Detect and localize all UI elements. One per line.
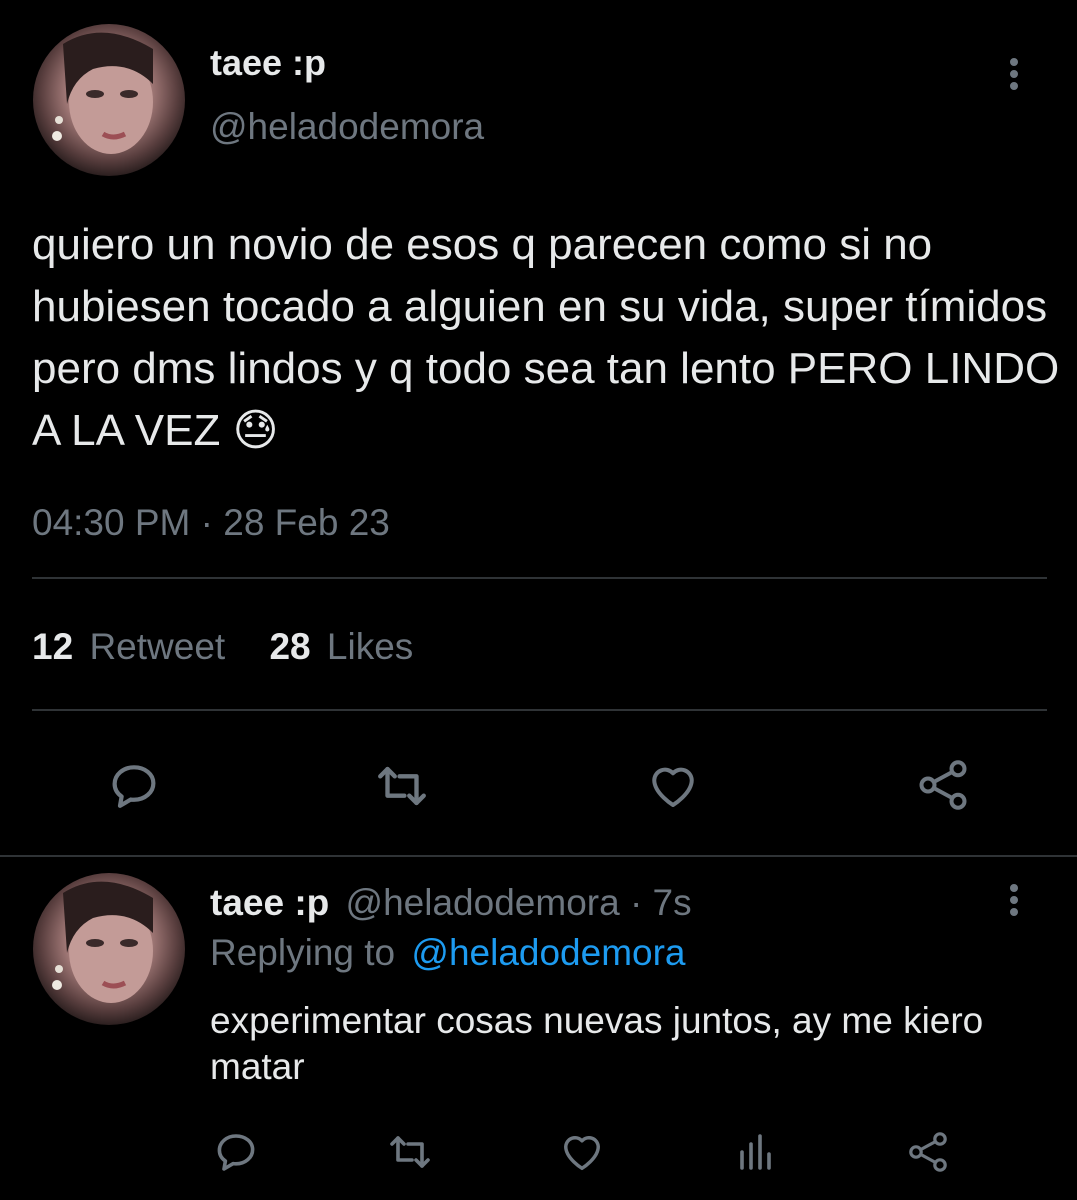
tweet-timestamp[interactable]: 04:30 PM · 28 Feb 23 [32,502,390,544]
replying-to: Replying to @heladodemora [210,932,686,974]
analytics-icon [740,1134,771,1170]
reply-icon [217,1134,255,1171]
more-options-button[interactable] [1010,54,1018,94]
share-icon [919,760,967,810]
reply-share-button[interactable] [900,1124,956,1180]
retweet-count: 12 [32,626,74,667]
reply-header: taee :p @heladodemora · 7s [210,882,692,924]
reply-like-button[interactable] [553,1122,611,1180]
likes-count: 28 [269,626,311,667]
retweet-icon [390,1136,430,1168]
likes-stat[interactable]: 28 Likes [269,626,413,667]
reply-avatar-portrait [52,881,153,1003]
share-icon [909,1132,947,1172]
retweet-button[interactable] [370,754,434,818]
retweet-icon [378,766,426,806]
author-display-name[interactable]: taee :p [210,42,326,84]
reply-display-name[interactable]: taee :p [210,882,329,923]
replying-to-handle[interactable]: @heladodemora [411,932,685,973]
reply-text: experimentar cosas nuevas juntos, ay me … [210,1000,984,1087]
reply-icon [112,765,156,808]
tweet-text: quiero un novio de esos q parecen como s… [32,214,1067,462]
more-icon [1010,58,1018,66]
like-button[interactable] [640,752,706,818]
retweet-stat[interactable]: 12 Retweet [32,626,235,667]
reply-retweet-button[interactable] [382,1124,438,1180]
more-icon [1010,884,1018,892]
reply-handle-time[interactable]: @heladodemora · 7s [346,882,692,923]
more-icon-dot [1010,82,1018,90]
author-avatar[interactable] [33,24,185,176]
share-button[interactable] [910,752,976,818]
tweet-body: quiero un novio de esos q parecen como s… [32,220,1060,455]
reply-more-options-button[interactable] [1010,880,1018,920]
heart-icon [564,1135,600,1171]
reply-analytics-button[interactable] [728,1124,784,1180]
reply-author-avatar[interactable] [33,873,185,1025]
sweat-emoji: 😓 [232,405,279,456]
divider-bottom [32,709,1047,711]
avatar-portrait [52,32,153,154]
more-icon-dot [1010,896,1018,904]
retweet-label: Retweet [89,626,226,667]
heart-icon [652,767,694,807]
tweet-stats: 12 Retweet 28 Likes [32,626,413,668]
more-icon-dot [1010,70,1018,78]
likes-label: Likes [326,626,414,667]
replying-to-label: Replying to [210,932,396,973]
thread-divider [0,855,1077,857]
reply-button[interactable] [102,754,166,818]
divider-top [32,577,1047,579]
more-icon-dot [1010,908,1018,916]
author-handle[interactable]: @heladodemora [210,106,484,148]
reply-reply-button[interactable] [208,1124,264,1180]
